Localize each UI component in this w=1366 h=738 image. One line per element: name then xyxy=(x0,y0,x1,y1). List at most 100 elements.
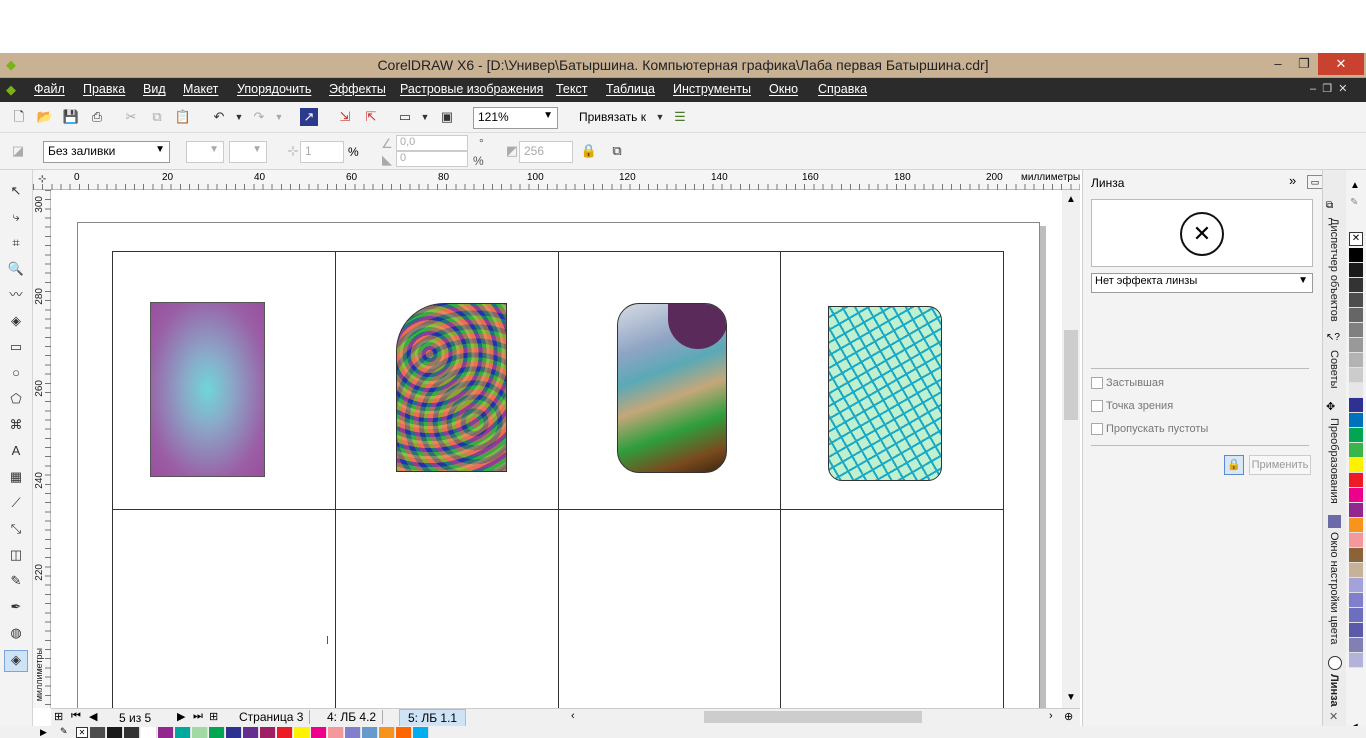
interactive-fill-icon[interactable]: ◈ xyxy=(4,650,28,672)
drawing-canvas[interactable] xyxy=(51,190,1062,708)
color-swatch[interactable] xyxy=(1349,578,1363,593)
new-document-icon[interactable]: 🗋 xyxy=(10,108,28,126)
copy-properties-icon[interactable]: ⧉ xyxy=(608,142,626,160)
vertical-ruler[interactable]: 300 280 260 240 220 миллиметры xyxy=(33,190,51,708)
menu-edit[interactable]: Правка xyxy=(83,82,125,96)
document-color-swatch[interactable] xyxy=(260,727,276,738)
color-swatch[interactable] xyxy=(1349,653,1363,668)
document-color-swatch[interactable] xyxy=(311,727,327,738)
undo-icon[interactable]: ↶ xyxy=(210,108,228,126)
freehand-tool-icon[interactable]: 〰 xyxy=(7,286,25,304)
color-swatch[interactable] xyxy=(1349,278,1363,293)
connector-tool-icon[interactable]: ⤡ xyxy=(7,520,25,538)
rectangle-tool-icon[interactable]: ▭ xyxy=(7,338,25,356)
close-tabs-icon[interactable]: ✕ xyxy=(1329,710,1338,723)
page-tab-active[interactable]: 5: ЛБ 1.1 xyxy=(399,709,467,727)
viewpoint-checkbox[interactable] xyxy=(1091,400,1103,412)
color-swatch[interactable] xyxy=(1349,503,1363,518)
horizontal-ruler[interactable]: ⊹ 0 20 40 60 80 100 120 140 160 180 200 … xyxy=(33,170,1081,190)
redo-dropdown-icon[interactable]: ▼ xyxy=(270,108,288,126)
palette-eyedropper-icon[interactable]: ✎ xyxy=(60,726,68,737)
scroll-up-icon[interactable]: ▲ xyxy=(1066,194,1076,205)
add-page-end-icon[interactable]: ⊞ xyxy=(209,710,218,723)
menu-arrange[interactable]: Упорядочить xyxy=(237,82,311,96)
options-icon[interactable]: ☰ xyxy=(671,108,689,126)
menu-help[interactable]: Справка xyxy=(818,82,867,96)
application-launcher-icon[interactable]: ▭ xyxy=(396,108,414,126)
document-color-swatch[interactable] xyxy=(192,727,208,738)
text-tool-icon[interactable]: A xyxy=(7,442,25,460)
smart-fill-icon[interactable]: ◈ xyxy=(7,312,25,330)
document-color-swatch[interactable] xyxy=(379,727,395,738)
color-swatch[interactable] xyxy=(1349,308,1363,323)
open-icon[interactable]: 📂 xyxy=(36,108,54,126)
color-swatch[interactable] xyxy=(1349,338,1363,353)
undo-dropdown-icon[interactable]: ▼ xyxy=(230,108,248,126)
expand-icon[interactable]: » xyxy=(1289,173,1296,188)
color-swatch[interactable] xyxy=(1349,443,1363,458)
scroll-down-icon[interactable]: ▼ xyxy=(1066,692,1076,703)
vertical-scrollbar[interactable]: ▲ ▼ xyxy=(1062,190,1080,708)
menu-tools[interactable]: Инструменты xyxy=(673,82,751,96)
redo-icon[interactable]: ↷ xyxy=(250,108,268,126)
zoom-navigator-icon[interactable]: ⊕ xyxy=(1064,710,1073,723)
hscroll-thumb[interactable] xyxy=(704,711,922,723)
document-color-swatch[interactable] xyxy=(124,727,140,738)
menu-bitmaps[interactable]: Растровые изображения xyxy=(400,82,543,96)
next-page-icon[interactable]: ▶ xyxy=(177,710,185,723)
polygon-tool-icon[interactable]: ⬠ xyxy=(7,390,25,408)
menu-view[interactable]: Вид xyxy=(143,82,166,96)
lock-apply-icon[interactable]: 🔒 xyxy=(1224,455,1244,475)
tab-object-manager[interactable]: Диспетчер объектов xyxy=(1328,218,1340,322)
texture-shape[interactable] xyxy=(396,303,507,472)
menu-table[interactable]: Таблица xyxy=(606,82,655,96)
document-color-swatch[interactable] xyxy=(141,727,157,738)
fill-select[interactable]: Без заливки ▼ xyxy=(43,141,170,163)
outline-style-select[interactable]: ▼ xyxy=(229,141,267,163)
color-swatch[interactable] xyxy=(1349,563,1363,578)
color-swatch[interactable] xyxy=(1349,473,1363,488)
first-page-icon[interactable]: ⏮ xyxy=(71,710,81,723)
outline-pen-icon[interactable]: ✒ xyxy=(7,598,25,616)
minimize-docker-button[interactable]: ▭ xyxy=(1307,175,1323,189)
lens-type-select[interactable]: Нет эффекта линзы ▼ xyxy=(1091,273,1313,293)
document-color-swatch[interactable] xyxy=(294,727,310,738)
eyedropper-tool-icon[interactable]: ✎ xyxy=(7,572,25,590)
copy-icon[interactable]: ⧉ xyxy=(148,108,166,126)
colors-input[interactable]: 256 xyxy=(519,141,573,163)
pick-tool-icon[interactable]: ↖ xyxy=(7,182,25,200)
table-tool-icon[interactable]: ▦ xyxy=(7,468,25,486)
steps-input[interactable]: 1 xyxy=(300,141,344,163)
page-tab[interactable]: 4: ЛБ 4.2 xyxy=(321,710,384,724)
doc-window-controls[interactable]: – ❐ ✕ xyxy=(1310,82,1347,95)
color-swatch[interactable] xyxy=(1349,368,1363,383)
restore-button[interactable]: ❐ xyxy=(1288,53,1320,75)
document-color-swatch[interactable] xyxy=(90,727,106,738)
menu-window[interactable]: Окно xyxy=(769,82,798,96)
dimension-tool-icon[interactable]: ⟋ xyxy=(7,494,25,512)
color-swatch[interactable] xyxy=(1349,608,1363,623)
document-color-swatch[interactable] xyxy=(226,727,242,738)
color-swatch[interactable] xyxy=(1349,323,1363,338)
color-swatch[interactable] xyxy=(1349,248,1363,263)
horizontal-scrollbar[interactable]: ‹ › xyxy=(571,709,1053,725)
color-swatch[interactable] xyxy=(1349,518,1363,533)
color-swatch[interactable] xyxy=(1349,593,1363,608)
color-swatch[interactable] xyxy=(1349,383,1363,398)
eyedropper-icon[interactable]: ✎ xyxy=(1350,197,1358,208)
scroll-left-icon[interactable]: ‹ xyxy=(571,710,575,722)
blend-tool-icon[interactable]: ◫ xyxy=(7,546,25,564)
shape-tool-icon[interactable]: ⤷ xyxy=(7,208,25,226)
tab-hints[interactable]: Советы xyxy=(1328,350,1340,388)
print-icon[interactable]: ⎙ xyxy=(88,108,106,126)
no-color-swatch[interactable]: ✕ xyxy=(1349,232,1363,246)
export-icon[interactable]: ⇱ xyxy=(362,108,380,126)
document-color-swatch[interactable] xyxy=(396,727,412,738)
gradient-rectangle[interactable] xyxy=(150,302,265,477)
document-color-swatch[interactable] xyxy=(277,727,293,738)
palette-scroll-up-icon[interactable]: ▲ xyxy=(1350,180,1360,191)
menu-effects[interactable]: Эффекты xyxy=(329,82,386,96)
color-swatch[interactable] xyxy=(1349,638,1363,653)
angle-input[interactable]: 0,0 xyxy=(396,135,468,151)
color-swatch[interactable] xyxy=(1349,413,1363,428)
